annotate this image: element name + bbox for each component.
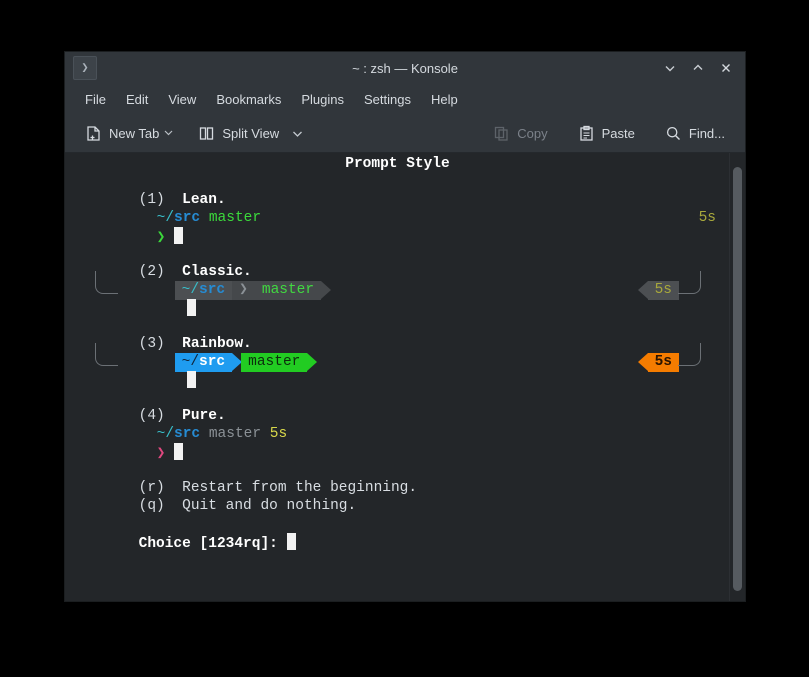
rainbow-duration-group: 5s [637,353,679,372]
cursor-block [186,371,196,388]
copy-icon [493,125,510,142]
classic-path-dir: src [199,282,226,298]
rainbow-green-arrow-icon [307,353,318,371]
terminal-content: Prompt Style (1) Lean. ~/src master 5s ❯… [65,153,745,601]
new-tab-chevron-down-icon[interactable] [163,127,174,140]
copy-label: Copy [517,125,548,141]
classic-segment-group: ~/src ❯ master [174,281,332,300]
rainbow-right-connector [678,343,701,366]
titlebar: ❯ ~ : zsh — Konsole [65,52,745,84]
rainbow-duration-segment: 5s [647,353,679,372]
scrollbar-thumb[interactable] [733,167,742,591]
paste-icon [578,125,595,142]
paste-label: Paste [601,125,635,141]
copy-button: Copy [487,121,553,146]
window-title: ~ : zsh — Konsole [352,60,458,76]
split-view-chevron-down-icon[interactable] [291,127,304,140]
split-view-button[interactable]: Split View [192,121,285,146]
find-label: Find... [688,125,725,141]
konsole-window: ❯ ~ : zsh — Konsole File Edit View Bookm… [65,52,745,601]
choice-input-cursor[interactable] [286,533,296,550]
cursor-block [186,299,196,316]
cursor-block [174,227,184,244]
menu-file[interactable]: File [75,88,116,111]
rainbow-segment-group: ~/src master [174,353,318,372]
menubar: File Edit View Bookmarks Plugins Setting… [65,84,745,114]
action-quit-label: Quit and do nothing. [182,498,357,514]
choice-prompt-label: Choice [1234rq]: [138,536,278,552]
close-icon[interactable] [713,55,739,81]
search-icon [665,125,682,142]
classic-separator-segment: ❯ [232,281,255,300]
cursor-block [174,443,184,460]
rainbow-duration: 5s [568,335,679,395]
classic-branch: master [261,282,315,298]
lean-duration: 5s [629,191,716,245]
maximize-icon[interactable] [685,55,711,81]
page-title: Prompt Style [345,156,450,172]
rainbow-left-connector [95,343,118,366]
classic-left-arrow-icon [637,281,648,299]
rainbow-left-arrow-icon [637,353,648,371]
classic-duration: 5s [568,263,679,323]
split-view-icon [198,125,215,142]
rainbow-duration-label: 5s [654,354,672,370]
find-button[interactable]: Find... [659,121,731,146]
menu-bookmarks[interactable]: Bookmarks [206,88,291,111]
menu-edit[interactable]: Edit [116,88,158,111]
split-view-label: Split View [222,125,280,141]
new-tab-icon [85,125,102,142]
new-tab-button[interactable]: New Tab [79,121,165,146]
terminal-prompt-icon: ❯ [73,56,97,80]
new-tab-label: New Tab [109,125,160,141]
terminal-view[interactable]: Prompt Style (1) Lean. ~/src master 5s ❯… [65,153,745,601]
classic-right-connector [678,271,701,294]
choice-prompt-line: Choice [1234rq]: [69,515,296,571]
rainbow-path-dir: src [199,354,226,370]
window-controls [657,55,739,81]
menu-view[interactable]: View [158,88,206,111]
rainbow-branch: master [248,354,301,370]
lean-duration-label: 5s [698,210,716,226]
pure-duration-label: 5s [269,426,288,442]
pure-branch: master [208,426,262,442]
rainbow-branch-segment: master [241,353,308,372]
classic-separator: ❯ [239,282,248,298]
menu-settings[interactable]: Settings [354,88,421,111]
action-quit-key: (q) [138,498,165,514]
lean-branch: master [208,210,262,226]
classic-duration-label: 5s [654,282,672,298]
classic-left-connector [95,271,118,294]
paste-button[interactable]: Paste [572,121,641,146]
toolbar: New Tab Split View Copy Paste Find... [65,114,745,153]
classic-duration-group: 5s [637,281,679,300]
menu-help[interactable]: Help [421,88,468,111]
minimize-icon[interactable] [657,55,683,81]
classic-duration-segment: 5s [647,281,679,300]
classic-right-arrow-icon [321,281,332,299]
terminal-scrollbar[interactable] [729,153,745,601]
menu-plugins[interactable]: Plugins [291,88,354,111]
classic-branch-segment: master [254,281,322,300]
